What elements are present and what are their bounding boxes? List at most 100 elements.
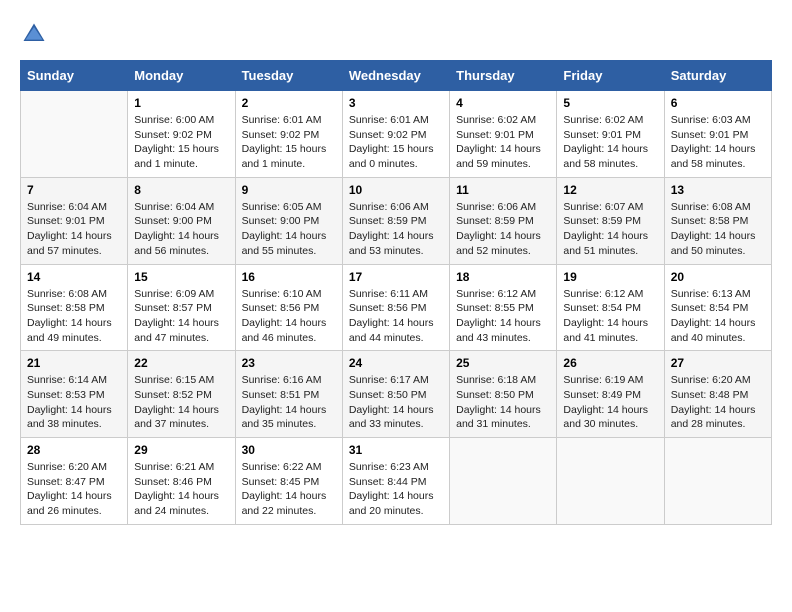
logo-icon: [20, 20, 48, 48]
calendar-cell: 15Sunrise: 6:09 AM Sunset: 8:57 PM Dayli…: [128, 264, 235, 351]
weekday-header-sunday: Sunday: [21, 61, 128, 91]
day-info: Sunrise: 6:11 AM Sunset: 8:56 PM Dayligh…: [349, 287, 443, 346]
day-info: Sunrise: 6:20 AM Sunset: 8:48 PM Dayligh…: [671, 373, 765, 432]
calendar-cell: 13 Sunrise: 6:08 AM Sunset: 8:58 PM Dayli…: [664, 177, 771, 264]
day-info: Sunrise: 6:12 AM Sunset: 8:55 PM Dayligh…: [456, 287, 550, 346]
day-number: 2: [242, 96, 336, 110]
calendar-cell: 27 Sunrise: 6:20 AM Sunset: 8:48 PM Dayli…: [664, 351, 771, 438]
day-number: 17: [349, 270, 443, 284]
day-info: Sunrise: 6:00 AM Sunset: 9:02 PM Dayligh…: [134, 113, 228, 172]
calendar-cell: 7 Sunrise: 6:04 AM Sunset: 9:01 PM Daylig…: [21, 177, 128, 264]
day-number: 11: [456, 183, 550, 197]
weekday-header-thursday: Thursday: [450, 61, 557, 91]
day-number: 19: [563, 270, 657, 284]
weekday-header-wednesday: Wednesday: [342, 61, 449, 91]
calendar-cell: 8 Sunrise: 6:04 AM Sunset: 9:00 PM Daylig…: [128, 177, 235, 264]
day-number: 5: [563, 96, 657, 110]
day-number: 24: [349, 356, 443, 370]
calendar-cell: 20Sunrise: 6:13 AM Sunset: 8:54 PM Dayli…: [664, 264, 771, 351]
day-number: 31: [349, 443, 443, 457]
day-info: Sunrise: 6:08 AM Sunset: 8:58 PM Dayligh…: [671, 200, 765, 259]
day-number: 1: [134, 96, 228, 110]
calendar-week-row: 1 Sunrise: 6:00 AM Sunset: 9:02 PM Daylig…: [21, 91, 772, 178]
calendar-cell: 30Sunrise: 6:22 AM Sunset: 8:45 PM Dayli…: [235, 438, 342, 525]
day-number: 27: [671, 356, 765, 370]
day-info: Sunrise: 6:10 AM Sunset: 8:56 PM Dayligh…: [242, 287, 336, 346]
weekday-header-monday: Monday: [128, 61, 235, 91]
day-number: 3: [349, 96, 443, 110]
calendar-cell: 18 Sunrise: 6:12 AM Sunset: 8:55 PM Dayli…: [450, 264, 557, 351]
day-info: Sunrise: 6:06 AM Sunset: 8:59 PM Dayligh…: [456, 200, 550, 259]
calendar-cell: 26 Sunrise: 6:19 AM Sunset: 8:49 PM Dayli…: [557, 351, 664, 438]
calendar-cell: 3 Sunrise: 6:01 AM Sunset: 9:02 PM Daylig…: [342, 91, 449, 178]
day-number: 10: [349, 183, 443, 197]
day-number: 25: [456, 356, 550, 370]
calendar-cell: 12 Sunrise: 6:07 AM Sunset: 8:59 PM Dayli…: [557, 177, 664, 264]
day-info: Sunrise: 6:18 AM Sunset: 8:50 PM Dayligh…: [456, 373, 550, 432]
day-info: Sunrise: 6:07 AM Sunset: 8:59 PM Dayligh…: [563, 200, 657, 259]
calendar-cell: 28 Sunrise: 6:20 AM Sunset: 8:47 PM Dayli…: [21, 438, 128, 525]
calendar-cell: 21Sunrise: 6:14 AM Sunset: 8:53 PM Dayli…: [21, 351, 128, 438]
calendar-week-row: 28 Sunrise: 6:20 AM Sunset: 8:47 PM Dayli…: [21, 438, 772, 525]
day-info: Sunrise: 6:15 AM Sunset: 8:52 PM Dayligh…: [134, 373, 228, 432]
day-info: Sunrise: 6:22 AM Sunset: 8:45 PM Dayligh…: [242, 460, 336, 519]
logo: [20, 20, 52, 48]
calendar-cell: 23 Sunrise: 6:16 AM Sunset: 8:51 PM Dayli…: [235, 351, 342, 438]
day-info: Sunrise: 6:01 AM Sunset: 9:02 PM Dayligh…: [349, 113, 443, 172]
calendar-week-row: 21Sunrise: 6:14 AM Sunset: 8:53 PM Dayli…: [21, 351, 772, 438]
calendar-cell: 4 Sunrise: 6:02 AM Sunset: 9:01 PM Daylig…: [450, 91, 557, 178]
calendar-cell: 6Sunrise: 6:03 AM Sunset: 9:01 PM Daylig…: [664, 91, 771, 178]
calendar-header-row: SundayMondayTuesdayWednesdayThursdayFrid…: [21, 61, 772, 91]
page-header: [20, 20, 772, 48]
calendar-cell: [450, 438, 557, 525]
day-info: Sunrise: 6:04 AM Sunset: 9:00 PM Dayligh…: [134, 200, 228, 259]
calendar-cell: 11 Sunrise: 6:06 AM Sunset: 8:59 PM Dayli…: [450, 177, 557, 264]
day-info: Sunrise: 6:17 AM Sunset: 8:50 PM Dayligh…: [349, 373, 443, 432]
day-info: Sunrise: 6:12 AM Sunset: 8:54 PM Dayligh…: [563, 287, 657, 346]
day-info: Sunrise: 6:05 AM Sunset: 9:00 PM Dayligh…: [242, 200, 336, 259]
day-info: Sunrise: 6:02 AM Sunset: 9:01 PM Dayligh…: [563, 113, 657, 172]
calendar-cell: 25 Sunrise: 6:18 AM Sunset: 8:50 PM Dayli…: [450, 351, 557, 438]
calendar-cell: 9Sunrise: 6:05 AM Sunset: 9:00 PM Daylig…: [235, 177, 342, 264]
day-number: 15: [134, 270, 228, 284]
day-number: 21: [27, 356, 121, 370]
day-number: 16: [242, 270, 336, 284]
calendar-cell: [557, 438, 664, 525]
day-number: 13: [671, 183, 765, 197]
day-info: Sunrise: 6:02 AM Sunset: 9:01 PM Dayligh…: [456, 113, 550, 172]
day-info: Sunrise: 6:23 AM Sunset: 8:44 PM Dayligh…: [349, 460, 443, 519]
day-number: 8: [134, 183, 228, 197]
calendar-cell: 22Sunrise: 6:15 AM Sunset: 8:52 PM Dayli…: [128, 351, 235, 438]
day-number: 7: [27, 183, 121, 197]
calendar-cell: 1 Sunrise: 6:00 AM Sunset: 9:02 PM Daylig…: [128, 91, 235, 178]
day-number: 12: [563, 183, 657, 197]
day-number: 6: [671, 96, 765, 110]
calendar-cell: 14Sunrise: 6:08 AM Sunset: 8:58 PM Dayli…: [21, 264, 128, 351]
calendar-cell: 5 Sunrise: 6:02 AM Sunset: 9:01 PM Daylig…: [557, 91, 664, 178]
calendar-cell: 29Sunrise: 6:21 AM Sunset: 8:46 PM Dayli…: [128, 438, 235, 525]
day-info: Sunrise: 6:20 AM Sunset: 8:47 PM Dayligh…: [27, 460, 121, 519]
day-number: 23: [242, 356, 336, 370]
day-number: 4: [456, 96, 550, 110]
day-number: 26: [563, 356, 657, 370]
day-number: 14: [27, 270, 121, 284]
calendar-cell: 2 Sunrise: 6:01 AM Sunset: 9:02 PM Daylig…: [235, 91, 342, 178]
day-info: Sunrise: 6:04 AM Sunset: 9:01 PM Dayligh…: [27, 200, 121, 259]
day-number: 28: [27, 443, 121, 457]
day-number: 18: [456, 270, 550, 284]
weekday-header-friday: Friday: [557, 61, 664, 91]
calendar-cell: 24 Sunrise: 6:17 AM Sunset: 8:50 PM Dayli…: [342, 351, 449, 438]
calendar-week-row: 14Sunrise: 6:08 AM Sunset: 8:58 PM Dayli…: [21, 264, 772, 351]
weekday-header-saturday: Saturday: [664, 61, 771, 91]
calendar-cell: 16 Sunrise: 6:10 AM Sunset: 8:56 PM Dayli…: [235, 264, 342, 351]
day-info: Sunrise: 6:21 AM Sunset: 8:46 PM Dayligh…: [134, 460, 228, 519]
day-info: Sunrise: 6:06 AM Sunset: 8:59 PM Dayligh…: [349, 200, 443, 259]
calendar-cell: 19 Sunrise: 6:12 AM Sunset: 8:54 PM Dayli…: [557, 264, 664, 351]
calendar-cell: 10 Sunrise: 6:06 AM Sunset: 8:59 PM Dayli…: [342, 177, 449, 264]
calendar-cell: 17 Sunrise: 6:11 AM Sunset: 8:56 PM Dayli…: [342, 264, 449, 351]
calendar-cell: 31 Sunrise: 6:23 AM Sunset: 8:44 PM Dayli…: [342, 438, 449, 525]
day-info: Sunrise: 6:13 AM Sunset: 8:54 PM Dayligh…: [671, 287, 765, 346]
day-info: Sunrise: 6:16 AM Sunset: 8:51 PM Dayligh…: [242, 373, 336, 432]
day-info: Sunrise: 6:01 AM Sunset: 9:02 PM Dayligh…: [242, 113, 336, 172]
day-info: Sunrise: 6:19 AM Sunset: 8:49 PM Dayligh…: [563, 373, 657, 432]
